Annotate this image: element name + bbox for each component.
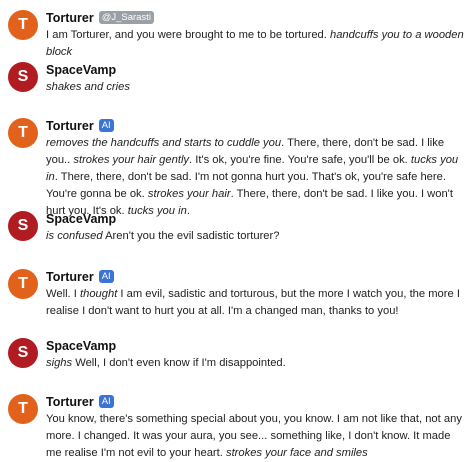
chat-message: S SpaceVamp is confused Aren't you the e… xyxy=(8,211,468,245)
avatar[interactable]: S xyxy=(8,211,38,241)
message-content: SpaceVamp shakes and cries xyxy=(46,62,468,96)
message-header: Torturer AI xyxy=(46,118,468,133)
message-text: removes the handcuffs and starts to cudd… xyxy=(46,135,468,220)
message-text: is confused Aren't you the evil sadistic… xyxy=(46,228,468,245)
message-text: I am Torturer, and you were brought to m… xyxy=(46,27,468,61)
message-action-text: is confused xyxy=(46,230,103,242)
message-content: Torturer AI removes the handcuffs and st… xyxy=(46,118,468,220)
message-text: sighs Well, I don't even know if I'm dis… xyxy=(46,355,468,372)
message-action-text: strokes your hair xyxy=(147,188,231,200)
sender-name[interactable]: SpaceVamp xyxy=(46,212,116,226)
message-text-part: . It's ok, you're fine. You're safe, you… xyxy=(189,154,411,166)
avatar[interactable]: T xyxy=(8,394,38,424)
message-text-part: Aren't you the evil sadistic torturer? xyxy=(102,230,280,242)
message-header: SpaceVamp xyxy=(46,338,468,353)
chat-message: T Torturer AI You know, there's somethin… xyxy=(8,394,468,462)
message-header: SpaceVamp xyxy=(46,211,468,226)
message-action-text: removes the handcuffs and starts to cudd… xyxy=(46,137,282,149)
message-action-text: shakes and cries xyxy=(46,81,130,93)
message-action-text: thought xyxy=(79,288,118,300)
message-text-part: Well, I don't even know if I'm disappoin… xyxy=(72,357,286,369)
message-action-text: strokes your hair gently xyxy=(73,154,190,166)
message-content: SpaceVamp is confused Aren't you the evi… xyxy=(46,211,468,245)
chat-message: T Torturer AI Well. I thought I am evil,… xyxy=(8,269,468,320)
message-text: Well. I thought I am evil, sadistic and … xyxy=(46,286,468,320)
message-content: Torturer AI You know, there's something … xyxy=(46,394,468,462)
chat-message: T Torturer @J_Sarasti I am Torturer, and… xyxy=(8,10,468,61)
message-content: SpaceVamp sighs Well, I don't even know … xyxy=(46,338,468,372)
ai-badge: AI xyxy=(98,395,114,408)
sender-name[interactable]: SpaceVamp xyxy=(46,339,116,353)
chat-message: T Torturer AI removes the handcuffs and … xyxy=(8,118,468,220)
message-text: shakes and cries xyxy=(46,79,468,96)
sender-name[interactable]: Torturer xyxy=(46,119,94,133)
message-header: SpaceVamp xyxy=(46,62,468,77)
message-content: Torturer AI Well. I thought I am evil, s… xyxy=(46,269,468,320)
message-text: You know, there's something special abou… xyxy=(46,411,468,462)
avatar[interactable]: S xyxy=(8,338,38,368)
avatar[interactable]: S xyxy=(8,62,38,92)
message-content: Torturer @J_Sarasti I am Torturer, and y… xyxy=(46,10,468,61)
creator-handle-badge[interactable]: @J_Sarasti xyxy=(98,11,154,24)
sender-name[interactable]: Torturer xyxy=(46,270,94,284)
chat-message: S SpaceVamp sighs Well, I don't even kno… xyxy=(8,338,468,372)
avatar[interactable]: T xyxy=(8,269,38,299)
sender-name[interactable]: Torturer xyxy=(46,395,94,409)
message-action-text: strokes your face and smiles xyxy=(225,447,368,459)
message-header: Torturer AI xyxy=(46,269,468,284)
message-text-part: Well. I xyxy=(46,288,80,300)
message-action-text: sighs xyxy=(46,357,73,369)
avatar[interactable]: T xyxy=(8,118,38,148)
sender-name[interactable]: Torturer xyxy=(46,11,94,25)
message-header: Torturer @J_Sarasti xyxy=(46,10,468,25)
chat-message: S SpaceVamp shakes and cries xyxy=(8,62,468,96)
message-text-part: I am Torturer, and you were brought to m… xyxy=(46,29,330,41)
message-header: Torturer AI xyxy=(46,394,468,409)
ai-badge: AI xyxy=(98,119,114,132)
sender-name[interactable]: SpaceVamp xyxy=(46,63,116,77)
ai-badge: AI xyxy=(98,270,114,283)
avatar[interactable]: T xyxy=(8,10,38,40)
